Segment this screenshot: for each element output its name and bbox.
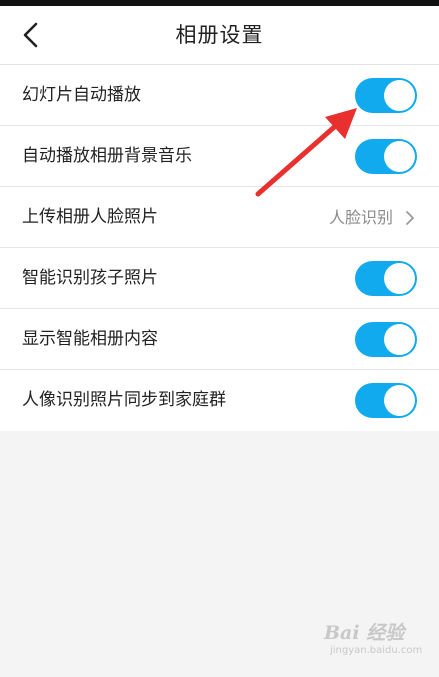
smart-album-toggle[interactable] — [355, 322, 417, 357]
watermark-url: jingyan.baidu.com — [330, 645, 423, 656]
setting-label: 智能识别孩子照片 — [22, 268, 158, 288]
toggle-knob — [384, 385, 415, 416]
setting-family-sync: 人像识别照片同步到家庭群 — [0, 370, 439, 431]
toggle-knob — [384, 324, 415, 355]
face-recognition-value: 人脸识别 — [328, 208, 393, 227]
setting-child-recognition: 智能识别孩子照片 — [0, 248, 439, 309]
setting-slideshow-autoplay: 幻灯片自动播放 — [0, 65, 439, 126]
setting-background-music: 自动播放相册背景音乐 — [0, 126, 439, 187]
background-music-toggle[interactable] — [355, 139, 417, 174]
setting-label: 人像识别照片同步到家庭群 — [22, 390, 226, 410]
settings-list: 幻灯片自动播放 自动播放相册背景音乐 上传相册人脸照片 人脸识别 智能识别孩子照… — [0, 65, 439, 431]
baidu-watermark: Bai 经验 jingyan.baidu.com — [324, 618, 422, 662]
child-recognition-toggle[interactable] — [355, 261, 417, 296]
setting-smart-album: 显示智能相册内容 — [0, 309, 439, 370]
setting-upload-face-photos[interactable]: 上传相册人脸照片 人脸识别 — [0, 187, 439, 248]
toggle-knob — [384, 263, 415, 294]
header-bar: 相册设置 — [0, 6, 439, 65]
watermark-brand: Bai 经验 — [324, 622, 405, 644]
page-title: 相册设置 — [175, 23, 264, 47]
toggle-knob — [384, 80, 415, 111]
family-sync-toggle[interactable] — [355, 383, 417, 418]
toggle-knob — [384, 141, 415, 172]
setting-label: 显示智能相册内容 — [22, 329, 158, 349]
setting-label: 幻灯片自动播放 — [22, 85, 141, 105]
slideshow-autoplay-toggle[interactable] — [355, 78, 417, 113]
setting-label: 自动播放相册背景音乐 — [22, 146, 192, 166]
chevron-right-icon — [406, 211, 414, 225]
setting-label: 上传相册人脸照片 — [22, 207, 158, 227]
